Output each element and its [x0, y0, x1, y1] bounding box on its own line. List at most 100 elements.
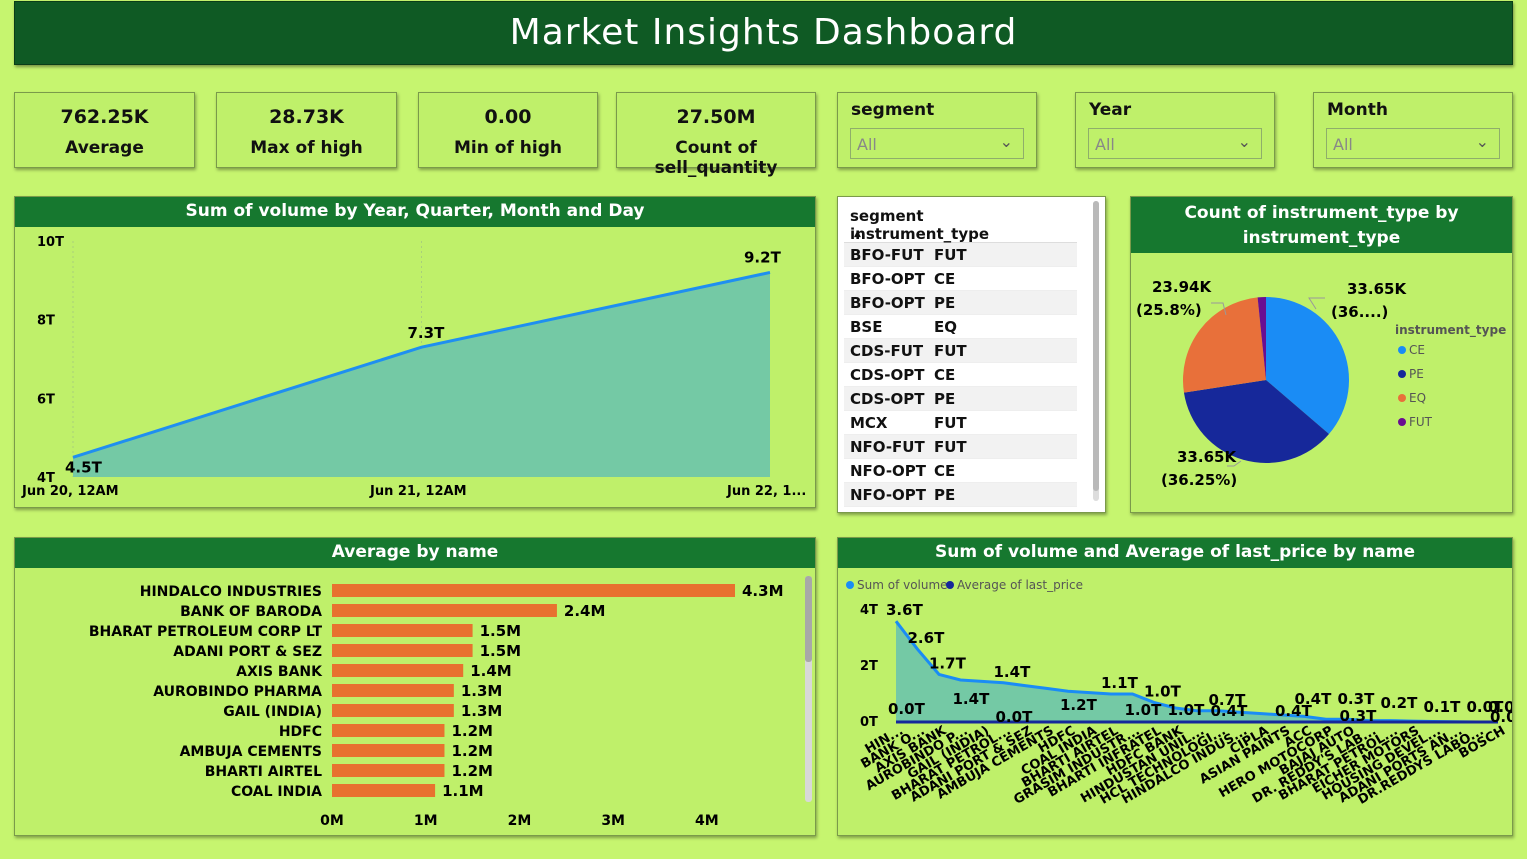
legend-item[interactable]: EQ — [1409, 391, 1426, 405]
volume-price-chart[interactable]: Sum of volume Average of last_price 4T 2T 0T… — [838, 568, 1512, 835]
cell-instrument-type: FUT — [934, 438, 967, 456]
table-row[interactable]: MCX FUT — [844, 411, 1077, 435]
month-dropdown[interactable]: All ⌄ — [1326, 128, 1500, 159]
cell-segment: NFO-OPT — [850, 462, 927, 480]
scrollbar-thumb[interactable] — [1093, 201, 1099, 491]
volume-data-label: 0.1T — [1424, 698, 1462, 716]
column-header-segment[interactable]: segment — [850, 207, 934, 225]
bar-value-label: 1.2M — [451, 722, 493, 740]
bar-category-label: COAL INDIA — [231, 784, 322, 800]
bar[interactable] — [332, 624, 473, 637]
cell-segment: CDS-OPT — [850, 390, 925, 408]
table-row[interactable]: BFO-FUT FUT — [844, 243, 1077, 267]
bar-value-label: 1.2M — [451, 742, 493, 760]
volume-data-label: 3.6T — [886, 601, 924, 619]
bar[interactable] — [332, 704, 454, 717]
cell-instrument-type: CE — [934, 366, 956, 384]
bar[interactable] — [332, 724, 445, 737]
table-row[interactable]: NFO-OPT PE — [844, 483, 1077, 507]
table-row[interactable]: BSE EQ — [844, 315, 1077, 339]
data-label: 4.5T — [65, 458, 103, 476]
kpi-label: Count of sell_quantity — [654, 138, 778, 178]
bar[interactable] — [332, 764, 445, 777]
chevron-down-icon[interactable]: ⌄ — [1476, 132, 1489, 151]
bar-category-label: BANK OF BARODA — [180, 604, 322, 620]
instrument-type-pie-chart[interactable]: 33.65K (36....) 33.65K (36.25%) 23.94K (25.8%… — [1131, 253, 1512, 511]
table-row[interactable]: BFO-OPT CE — [844, 267, 1077, 291]
cell-segment: NFO-OPT — [850, 486, 927, 504]
segment-table-panel: segment instrument_type ▲ BFO-FUT FUT BFO-… — [837, 196, 1106, 513]
bar-category-label: ADANI PORT & SEZ — [173, 644, 322, 660]
cell-segment: BSE — [850, 318, 883, 336]
table-scrollbar[interactable] — [1093, 201, 1099, 501]
bar-category-label: AXIS BANK — [236, 664, 323, 680]
table-row[interactable]: CDS-OPT CE — [844, 363, 1077, 387]
bar[interactable] — [332, 684, 454, 697]
scrollbar-thumb[interactable] — [805, 576, 812, 662]
bar-value-label: 1.3M — [461, 682, 503, 700]
bar-category-label: AUROBINDO PHARMA — [153, 684, 322, 700]
kpi-label: Max of high — [250, 138, 363, 158]
bar-value-label: 1.5M — [480, 642, 522, 660]
cell-segment: BFO-FUT — [850, 246, 924, 264]
bar[interactable] — [332, 584, 735, 597]
volume-data-label: 1.4T — [994, 663, 1032, 681]
legend-item[interactable]: PE — [1409, 367, 1424, 381]
sort-ascending-icon: ▲ — [854, 229, 861, 239]
volume-data-label: 1.7T — [929, 654, 967, 672]
table-row[interactable]: CDS-OPT PE — [844, 387, 1077, 411]
legend-item[interactable]: Sum of volume — [857, 578, 948, 592]
data-label: 9.2T — [744, 248, 782, 266]
cell-instrument-type: FUT — [934, 414, 967, 432]
bar-value-label: 1.4M — [470, 662, 512, 680]
chart-title: Average by name — [15, 538, 815, 568]
bar-value-label: 1.2M — [451, 762, 493, 780]
cell-instrument-type: PE — [934, 294, 956, 312]
cell-segment: MCX — [850, 414, 888, 432]
year-slicer: Year All ⌄ — [1075, 92, 1275, 168]
bar[interactable] — [332, 644, 473, 657]
volume-price-panel: Sum of volume and Average of last_price … — [837, 537, 1513, 836]
cell-segment: CDS-FUT — [850, 342, 924, 360]
legend-item[interactable]: Average of last_price — [957, 578, 1083, 592]
bar-value-label: 1.5M — [480, 622, 522, 640]
column-header-instrument-type[interactable]: instrument_type — [850, 225, 989, 243]
y-tick-label: 0T — [860, 715, 878, 730]
bar-value-label: 2.4M — [564, 602, 606, 620]
kpi-value: 762.25K — [60, 106, 149, 128]
segment-dropdown[interactable]: All ⌄ — [850, 128, 1024, 159]
table-row[interactable]: NFO-OPT CE — [844, 459, 1077, 483]
kpi-card-max-high: 28.73K Max of high — [216, 92, 397, 168]
kpi-value: 0.00 — [484, 106, 532, 128]
x-tick-label: 0M — [320, 813, 344, 829]
legend-marker — [1398, 346, 1406, 354]
segment-slicer: segment All ⌄ — [837, 92, 1037, 168]
chevron-down-icon[interactable]: ⌄ — [1238, 132, 1251, 151]
volume-area-chart[interactable]: 10T8T6T4T4.5T7.3T9.2TJun 20, 12AM Jun 21,… — [15, 227, 815, 507]
kpi-card-sell-quantity: 27.50M Count of sell_quantity — [616, 92, 816, 178]
dropdown-value: All — [857, 135, 877, 154]
average-bar-chart[interactable]: HINDALCO INDUSTRIES 4.3M BANK OF BARODA 2.4… — [15, 568, 815, 835]
volume-data-label: 2.6T — [908, 629, 946, 647]
legend-item[interactable]: CE — [1409, 343, 1425, 357]
legend-item[interactable]: FUT — [1409, 415, 1433, 429]
table-row[interactable]: BFO-OPT PE — [844, 291, 1077, 315]
y-tick-label: 2T — [860, 659, 878, 674]
slice-percent-label: (25.8%) — [1136, 301, 1202, 319]
table-row[interactable]: CDS-FUT FUT — [844, 339, 1077, 363]
bar[interactable] — [332, 784, 436, 797]
average-by-name-panel: Average by name HINDALCO INDUSTRIES 4.3M B… — [14, 537, 816, 836]
bar[interactable] — [332, 604, 557, 617]
cell-segment: CDS-OPT — [850, 366, 925, 384]
bar[interactable] — [332, 744, 445, 757]
slice-percent-label: (36.25%) — [1161, 471, 1237, 489]
table-row[interactable]: NFO-FUT FUT — [844, 435, 1077, 459]
bar-value-label: 1.3M — [461, 702, 503, 720]
bar[interactable] — [332, 664, 464, 677]
year-dropdown[interactable]: All ⌄ — [1088, 128, 1262, 159]
chevron-down-icon[interactable]: ⌄ — [1000, 132, 1013, 151]
x-tick-label: Jun 22, 1... — [726, 484, 806, 499]
slice-value-label: 33.65K — [1347, 280, 1407, 298]
volume-area-chart-panel: Sum of volume by Year, Quarter, Month an… — [14, 196, 816, 508]
area-fill — [73, 272, 770, 477]
